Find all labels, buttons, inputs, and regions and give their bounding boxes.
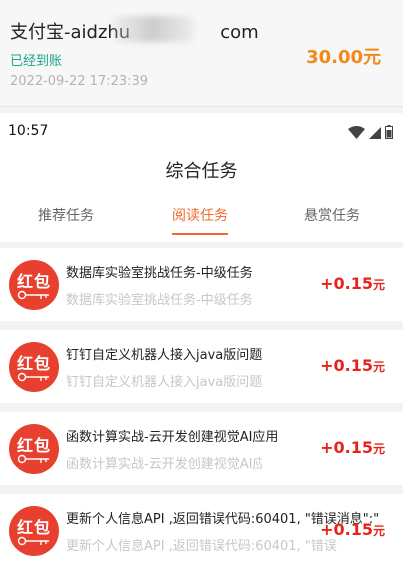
key-icon [17,454,49,464]
withdrawal-time: 2022-09-22 17:23:39 [10,74,149,89]
red-packet-badge: 红包 [9,260,59,310]
task-subtitle: 数据库实验室挑战任务-中级任务 [66,293,253,308]
status-icons [348,125,393,139]
task-reward: +0.15元 [320,274,385,293]
reward-amount: +0.15 [320,274,373,293]
reward-unit: 元 [372,278,385,292]
badge-label: 红包 [16,354,51,373]
key-icon [17,290,49,300]
tab-recommended[interactable]: 推荐任务 [6,205,126,225]
task-title: 函数计算实战-云开发创建视觉AI应用 [66,430,279,445]
withdrawal-status: 已经到账 [10,54,63,69]
active-tab-indicator [172,233,228,235]
tab-reading[interactable]: 阅读任务 [140,205,260,225]
reward-unit: 元 [372,442,385,456]
task-subtitle: 函数计算实战-云开发创建视觉AI应用 [66,457,262,472]
task-subtitle: 钉钉自定义机器人接入java版问题 [66,375,262,390]
badge-label: 红包 [16,436,51,455]
task-title: 数据库实验室挑战任务-中级任务 [66,266,253,281]
withdrawal-record-card: 支付宝-aidzhu com 已经到账 30.00元 2022-09-22 17:… [0,0,403,107]
wifi-icon [348,126,365,139]
reward-amount: +0.15 [320,438,373,457]
redacted-area [112,16,194,42]
key-icon [17,536,49,546]
withdrawal-amount: 30.00元 [306,47,381,68]
red-packet-badge: 红包 [9,424,59,474]
tab-bounty[interactable]: 悬赏任务 [272,205,392,225]
status-time: 10:57 [8,123,49,139]
task-item[interactable]: 红包 更新个人信息API ,返回错误代码:60401, "错误消息":" 更新个… [0,494,403,564]
badge-label: 红包 [16,518,51,537]
red-packet-badge: 红包 [9,342,59,392]
red-packet-badge: 红包 [9,506,59,556]
task-item[interactable]: 红包 数据库实验室挑战任务-中级任务 数据库实验室挑战任务-中级任务 +0.15… [0,248,403,321]
task-reward: +0.15元 [320,356,385,375]
task-item[interactable]: 红包 钉钉自定义机器人接入java版问题 钉钉自定义机器人接入java版问题 +… [0,330,403,403]
reward-unit: 元 [372,524,385,538]
page-header: 综合任务 推荐任务 阅读任务 悬赏任务 [0,147,403,242]
page-title: 综合任务 [165,161,238,182]
reward-amount: +0.15 [320,356,373,375]
task-title: 钉钉自定义机器人接入java版问题 [66,348,263,363]
reward-unit: 元 [372,360,385,374]
reward-amount: +0.15 [320,520,373,539]
badge-label: 红包 [16,272,51,291]
status-bar: 10:57 [0,113,403,147]
task-item[interactable]: 红包 函数计算实战-云开发创建视觉AI应用 函数计算实战-云开发创建视觉AI应用… [0,412,403,485]
key-icon [17,372,49,382]
withdrawal-account-end: com [220,22,259,43]
battery-icon [385,125,393,139]
signal-icon [369,127,381,139]
task-subtitle: 更新个人信息API ,返回错误代码:60401, "错误消息":" [66,539,338,554]
task-reward: +0.15元 [320,438,385,457]
task-reward: +0.15元 [320,520,385,539]
